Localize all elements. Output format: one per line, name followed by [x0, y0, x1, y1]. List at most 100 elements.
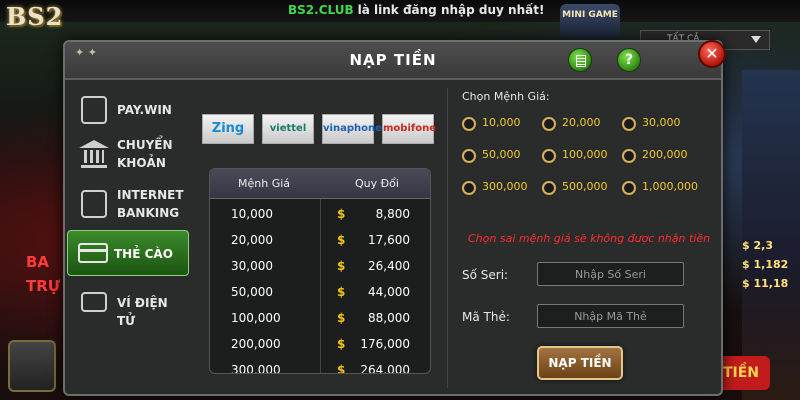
radio-icon — [462, 149, 476, 163]
table-header: Mệnh Giá Quy Đổi — [210, 169, 430, 199]
modal-header: ✦ ✦ NẠP TIỀN ? — [65, 42, 721, 80]
sidebar-item-internet-banking[interactable]: INTERNET BANKING — [71, 182, 189, 226]
radio-icon — [622, 149, 636, 163]
sidebar-item-label: INTERNET BANKING — [117, 186, 184, 222]
radio-label: 1,000,000 — [642, 180, 698, 193]
table-row: 100,000 $ 88,000 — [210, 307, 430, 333]
table-row: 20,000 $ 17,600 — [210, 229, 430, 255]
card-code-input[interactable] — [537, 304, 684, 328]
serial-input[interactable] — [537, 262, 684, 286]
currency-icon: $ — [337, 337, 346, 351]
jackpot-value: $ 11,18 — [742, 277, 789, 290]
sidebar-item-vi-dien-tu[interactable]: VÍ ĐIỆN TỬ — [71, 280, 189, 328]
row-denomination: 50,000 — [231, 285, 273, 299]
card-type-mobifone[interactable]: mobifone — [382, 114, 436, 144]
chevron-down-icon — [751, 36, 761, 43]
radio-icon — [542, 117, 556, 131]
row-exchange: 17,600 — [368, 233, 410, 247]
deposit-modal: ✦ ✦ NẠP TIỀN ? ✕ PAY.WIN CHUYỂN KHOẢN INT… — [63, 40, 726, 396]
row-denomination: 300,000 — [231, 363, 281, 374]
table-row: 10,000 $ 8,800 — [210, 203, 430, 229]
denomination-radio[interactable]: 30,000 — [622, 114, 702, 134]
sidebar-item-label: CHUYỂN KHOẢN — [117, 136, 173, 172]
mobile-bank-icon — [81, 190, 107, 218]
card-type-vinaphone[interactable]: vinaphone — [322, 114, 382, 144]
label-line: INTERNET — [117, 188, 184, 202]
phone-icon — [81, 96, 107, 124]
radio-icon — [462, 181, 476, 195]
radio-label: 500,000 — [562, 180, 608, 193]
row-exchange: 88,000 — [368, 311, 410, 325]
radio-label: 20,000 — [562, 116, 601, 129]
sidebar-item-the-cao[interactable]: THẺ CÀO — [67, 230, 189, 276]
column-header-exchange: Quy Đổi — [355, 177, 399, 190]
denomination-radio[interactable]: 300,000 — [462, 178, 542, 198]
radio-label: 10,000 — [482, 116, 521, 129]
notice-club: BS2.CLUB — [288, 3, 354, 17]
denomination-radio[interactable]: 20,000 — [542, 114, 622, 134]
row-denomination: 100,000 — [231, 311, 281, 325]
radio-icon — [462, 117, 476, 131]
radio-label: 30,000 — [642, 116, 681, 129]
label-line: KHOẢN — [117, 156, 166, 170]
table-row: 200,000 $ 176,000 — [210, 333, 430, 359]
currency-icon: $ — [337, 311, 346, 325]
right-game-panel — [742, 70, 800, 400]
table-row: 300,000 $ 264,000 — [210, 359, 430, 374]
sidebar-item-label: THẺ CÀO — [114, 247, 173, 261]
list-icon[interactable] — [568, 48, 592, 72]
sidebar-item-chuyen-khoan[interactable]: CHUYỂN KHOẢN — [71, 132, 189, 176]
minigame-button[interactable]: MINI GAME — [560, 4, 620, 38]
denomination-radio[interactable]: 10,000 — [462, 114, 542, 134]
warning-text: Chọn sai mệnh giá sẽ không được nhận tiề… — [468, 232, 711, 245]
card-code-label: Mã Thẻ: — [462, 310, 510, 324]
row-denomination: 10,000 — [231, 207, 273, 221]
payment-method-sidebar: PAY.WIN CHUYỂN KHOẢN INTERNET BANKING THẺ … — [65, 82, 190, 394]
table-row: 50,000 $ 44,000 — [210, 281, 430, 307]
column-header-denomination: Mệnh Giá — [238, 177, 291, 190]
currency-icon: $ — [337, 233, 346, 247]
jackpot-value: $ 1,182 — [742, 258, 789, 271]
row-exchange: 44,000 — [368, 285, 410, 299]
denomination-radio[interactable]: 1,000,000 — [622, 178, 702, 198]
wallet-icon — [81, 292, 107, 312]
list-lines-icon — [576, 55, 586, 67]
denomination-radio[interactable]: 200,000 — [622, 146, 702, 166]
brand-logo: BS2 — [6, 2, 64, 31]
currency-icon: $ — [337, 285, 346, 299]
avatar[interactable] — [8, 340, 56, 392]
denomination-label: Chọn Mệnh Giá: — [462, 90, 550, 103]
denomination-radio[interactable]: 100,000 — [542, 146, 622, 166]
denomination-radio[interactable]: 50,000 — [462, 146, 542, 166]
exchange-rate-table: Mệnh Giá Quy Đổi 10,000 $ 8,800 20,000 $… — [209, 168, 431, 374]
bank-icon — [79, 140, 109, 168]
radio-icon — [542, 149, 556, 163]
row-exchange: 176,000 — [360, 337, 410, 351]
radio-label: 200,000 — [642, 148, 688, 161]
row-exchange: 8,800 — [375, 207, 410, 221]
radio-label: 50,000 — [482, 148, 521, 161]
submit-deposit-button[interactable]: NẠP TIỀN — [537, 346, 623, 380]
serial-label: Số Seri: — [462, 268, 509, 282]
row-denomination: 20,000 — [231, 233, 273, 247]
radio-icon — [622, 117, 636, 131]
jackpot-value: $ 2,3 — [742, 239, 773, 252]
label-line: BANKING — [117, 206, 180, 220]
notice-message: là link đăng nhập duy nhất! — [357, 3, 545, 17]
sidebar-item-pay-win[interactable]: PAY.WIN — [71, 88, 189, 132]
denomination-radio[interactable]: 500,000 — [542, 178, 622, 198]
jackpot-list: $ 2,3 $ 1,182 $ 11,18 — [742, 236, 800, 293]
close-icon[interactable]: ✕ — [698, 40, 726, 68]
card-type-zing[interactable]: Zing — [202, 114, 254, 144]
row-denomination: 200,000 — [231, 337, 281, 351]
radio-icon — [622, 181, 636, 195]
radio-label: 300,000 — [482, 180, 528, 193]
radio-label: 100,000 — [562, 148, 608, 161]
panel-divider — [447, 88, 448, 388]
top-banner: BS2.CLUB là link đăng nhập duy nhất! — [0, 0, 800, 22]
currency-icon: $ — [337, 207, 346, 221]
sidebar-item-label: PAY.WIN — [117, 103, 172, 117]
card-type-viettel[interactable]: viettel — [262, 114, 314, 144]
help-icon[interactable]: ? — [617, 48, 641, 72]
table-row: 30,000 $ 26,400 — [210, 255, 430, 281]
